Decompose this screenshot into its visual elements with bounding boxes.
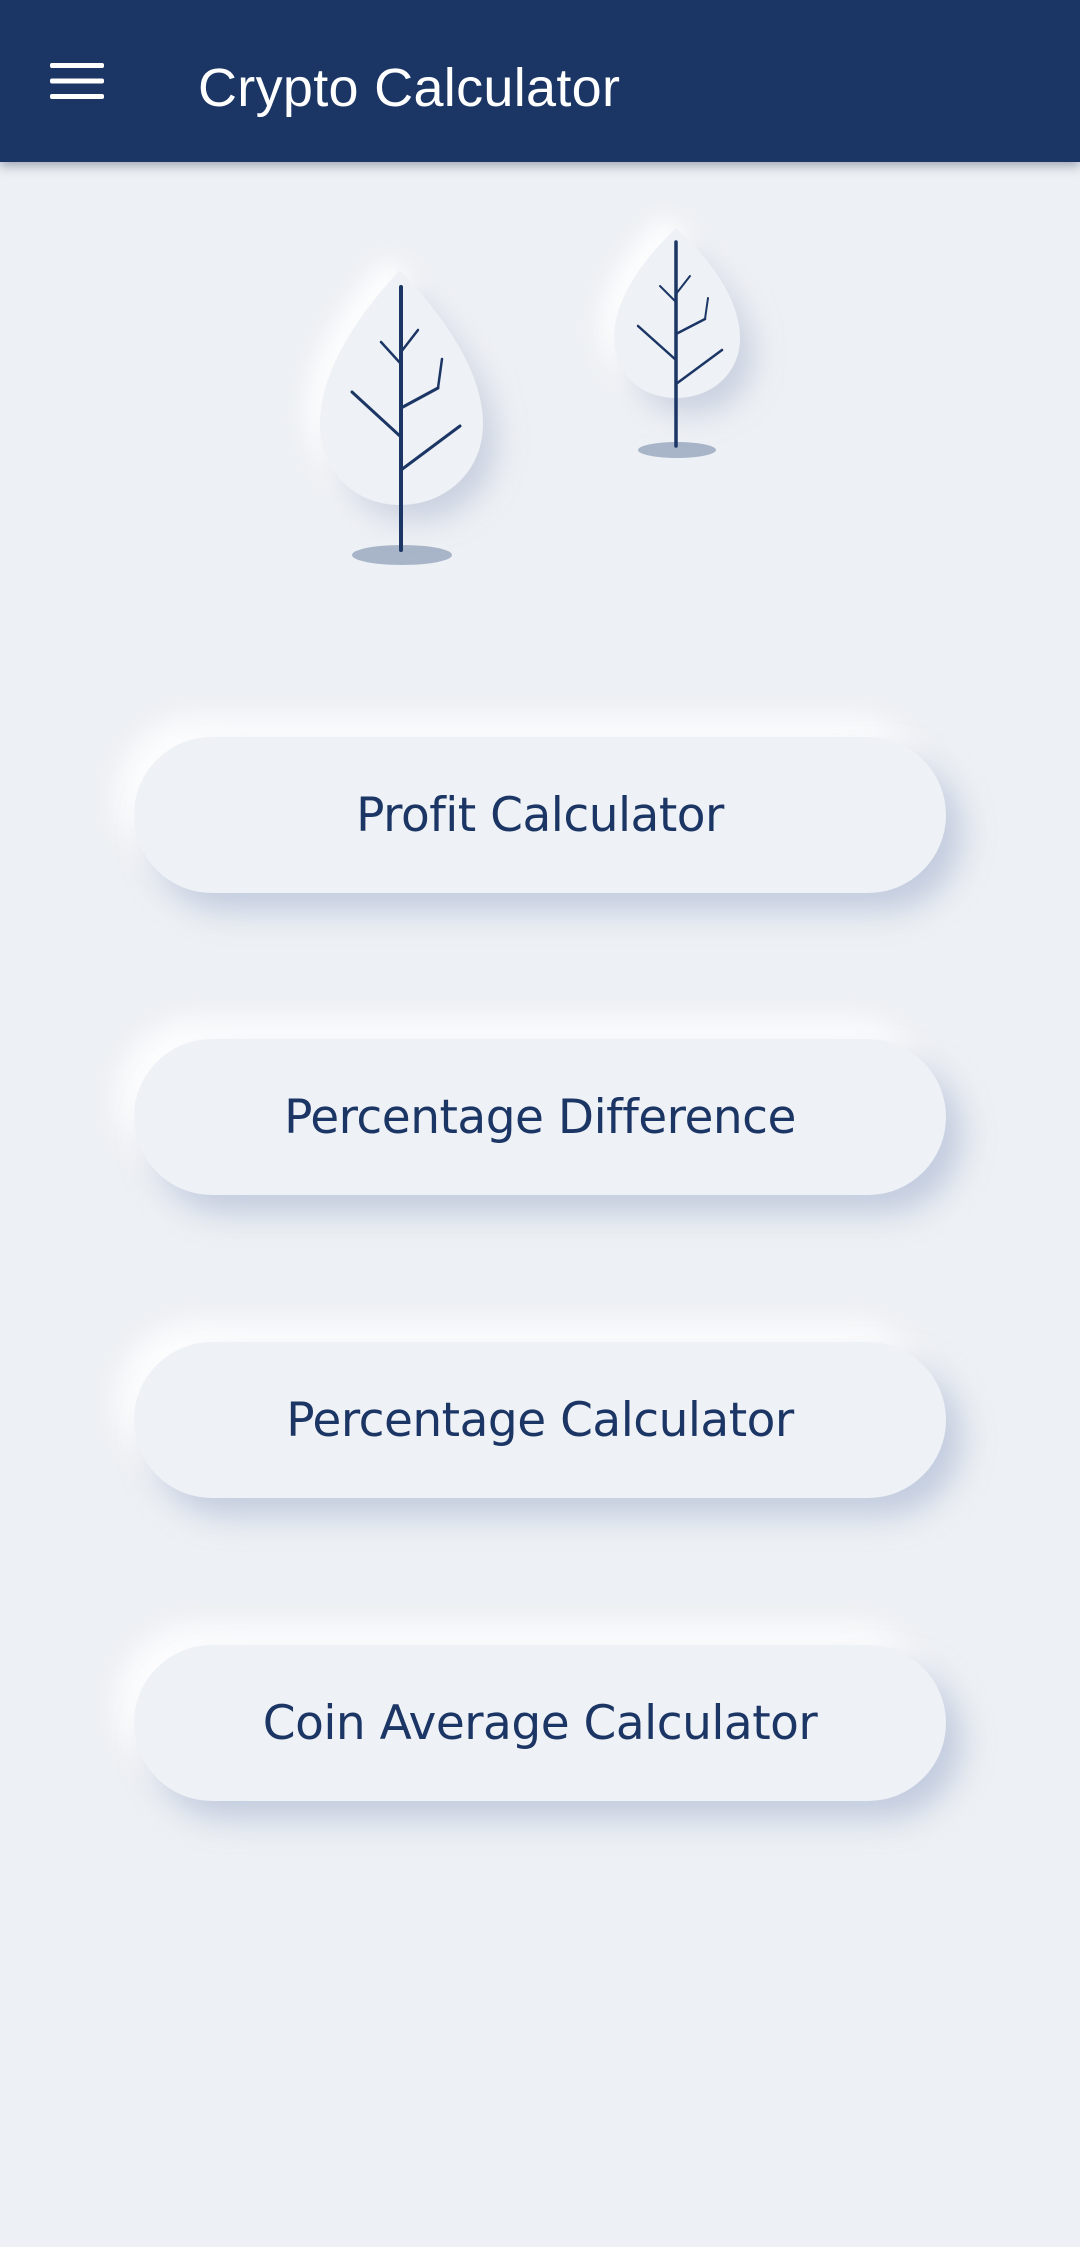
tree-icon — [614, 228, 740, 458]
percentage-difference-button[interactable]: Percentage Difference — [134, 1039, 946, 1195]
profit-calculator-button[interactable]: Profit Calculator — [134, 737, 946, 893]
button-label: Coin Average Calculator — [262, 1695, 818, 1751]
app-bar: Crypto Calculator — [0, 0, 1080, 162]
tree-illustration — [0, 162, 1080, 602]
percentage-calculator-button[interactable]: Percentage Calculator — [134, 1342, 946, 1498]
menu-button[interactable] — [30, 41, 124, 121]
button-label: Profit Calculator — [356, 787, 724, 843]
hamburger-menu-icon — [50, 63, 104, 99]
button-label: Percentage Calculator — [286, 1392, 794, 1448]
button-label: Percentage Difference — [284, 1089, 796, 1145]
coin-average-calculator-button[interactable]: Coin Average Calculator — [134, 1645, 946, 1801]
app-title: Crypto Calculator — [198, 58, 621, 118]
tree-icon — [320, 270, 483, 565]
